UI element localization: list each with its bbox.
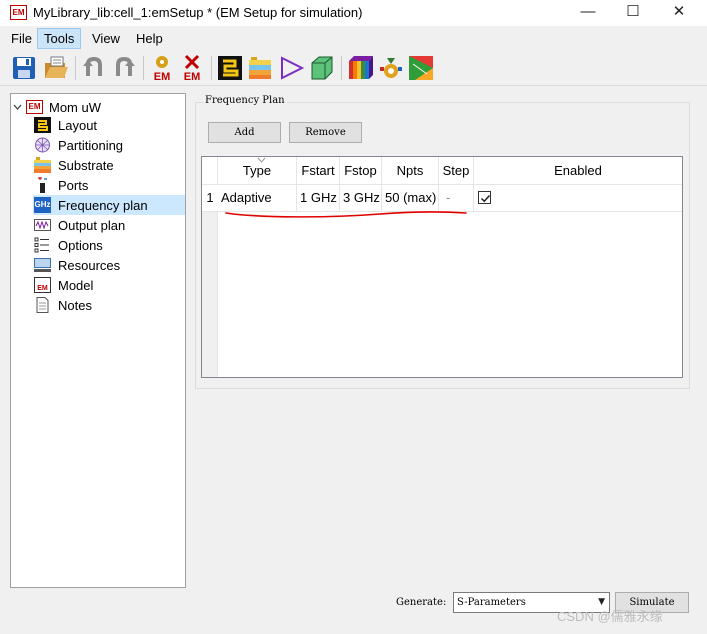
column-header-fstart[interactable]: Fstart <box>297 157 340 184</box>
tree-item-label: Substrate <box>58 157 114 173</box>
em-icon: EM <box>26 100 43 114</box>
substrate-icon[interactable] <box>246 54 274 82</box>
tree-item-label: Options <box>58 237 103 253</box>
ghz-icon: GHz <box>34 197 51 213</box>
setup-tree: EM Mom uW Layout Partitioning Substrate … <box>10 93 186 588</box>
app-em-icon: EM <box>10 5 27 20</box>
row-number[interactable]: 1 <box>202 185 218 211</box>
tree-item-options[interactable]: Options <box>33 235 185 255</box>
substrate-icon <box>34 157 51 173</box>
tree-item-frequency-plan[interactable]: GHz Frequency plan <box>33 195 185 215</box>
toolbar: EM EM <box>0 50 707 86</box>
tree-item-resources[interactable]: Resources <box>33 255 185 275</box>
sort-indicator-icon <box>257 157 266 165</box>
frequency-plan-table: Type Fstart Fstop Npts Step Enabled 1 Ad… <box>201 156 683 378</box>
menu-file[interactable]: File <box>5 28 38 49</box>
menu-help[interactable]: Help <box>130 28 169 49</box>
ports-icon <box>38 177 47 193</box>
tree-item-label: Output plan <box>58 217 126 233</box>
em-stop-icon[interactable]: EM <box>178 54 206 83</box>
options-icon <box>34 237 49 253</box>
minimize-button[interactable]: — <box>565 0 611 26</box>
close-button[interactable]: ✕ <box>656 0 702 26</box>
field-plot-icon[interactable] <box>407 54 435 82</box>
toolbar-separator <box>143 56 144 80</box>
tree-item-label: Partitioning <box>58 137 124 153</box>
toolbar-separator <box>211 56 212 80</box>
title-bar: EM MyLibrary_lib:cell_1:emSetup * (EM Se… <box>0 0 707 26</box>
svg-text:EM: EM <box>154 71 171 82</box>
open-folder-icon[interactable] <box>42 54 70 82</box>
save-icon[interactable] <box>10 54 38 82</box>
red-underline-annotation <box>225 211 467 218</box>
add-button[interactable]: Add <box>208 122 281 143</box>
partitioning-icon <box>35 137 50 153</box>
layout-icon[interactable] <box>216 54 244 82</box>
tree-item-model[interactable]: EM Model <box>33 275 185 295</box>
layout-icon <box>34 117 51 133</box>
tree-item-ports[interactable]: Ports <box>33 175 185 195</box>
output-plan-icon <box>34 219 51 231</box>
gear-mesh-icon[interactable] <box>377 54 405 82</box>
tree-item-label: Layout <box>58 117 98 133</box>
checkmark-icon <box>480 194 491 203</box>
tree-item-substrate[interactable]: Substrate <box>33 155 185 175</box>
toolbar-separator <box>75 56 76 80</box>
rainbow-cube-icon[interactable] <box>346 54 374 82</box>
model-icon: EM <box>34 277 51 293</box>
tree-item-label: Notes <box>58 297 92 313</box>
column-header-step[interactable]: Step <box>439 157 474 184</box>
column-header-enabled[interactable]: Enabled <box>474 157 682 184</box>
notes-icon <box>36 297 49 313</box>
remove-button[interactable]: Remove <box>289 122 362 143</box>
redo-icon[interactable] <box>110 54 138 82</box>
frequency-plan-title: Frequency Plan <box>203 95 287 106</box>
window-title: MyLibrary_lib:cell_1:emSetup * (EM Setup… <box>33 5 363 20</box>
tree-item-notes[interactable]: Notes <box>33 295 185 315</box>
tree-item-label: Resources <box>58 257 121 273</box>
menu-bar: File Tools View Help <box>0 26 707 50</box>
menu-view[interactable]: View <box>86 28 126 49</box>
menu-tools[interactable]: Tools <box>37 28 82 49</box>
3d-box-icon[interactable] <box>308 54 336 82</box>
port-icon[interactable] <box>278 54 306 82</box>
resources-icon <box>34 258 51 272</box>
column-header-npts[interactable]: Npts <box>382 157 439 184</box>
svg-text:EM: EM <box>184 71 201 82</box>
collapse-chevron-icon[interactable] <box>13 103 22 112</box>
tree-item-label: Ports <box>58 177 89 193</box>
column-header-fstop[interactable]: Fstop <box>340 157 382 184</box>
tree-root-label: Mom uW <box>49 99 101 115</box>
generate-value: S-Parameters <box>457 597 526 608</box>
watermark-text: CSDN @儒雅永缘 <box>557 609 663 624</box>
row-header-column <box>202 212 218 377</box>
enabled-checkbox[interactable] <box>478 191 491 204</box>
tree-item-output-plan[interactable]: Output plan <box>33 215 185 235</box>
generate-label: Generate: <box>396 597 447 608</box>
tree-item-label: Frequency plan <box>58 197 148 213</box>
maximize-button[interactable]: ☐ <box>610 0 656 26</box>
tree-item-partitioning[interactable]: Partitioning <box>33 135 185 155</box>
tree-root-mom-uw[interactable]: EM Mom uW <box>13 97 101 117</box>
em-simulate-icon[interactable]: EM <box>148 54 176 83</box>
tree-item-layout[interactable]: Layout <box>33 115 185 135</box>
tree-item-label: Model <box>58 277 94 293</box>
toolbar-separator <box>341 56 342 80</box>
row-header-corner <box>202 157 218 184</box>
undo-icon[interactable] <box>80 54 108 82</box>
